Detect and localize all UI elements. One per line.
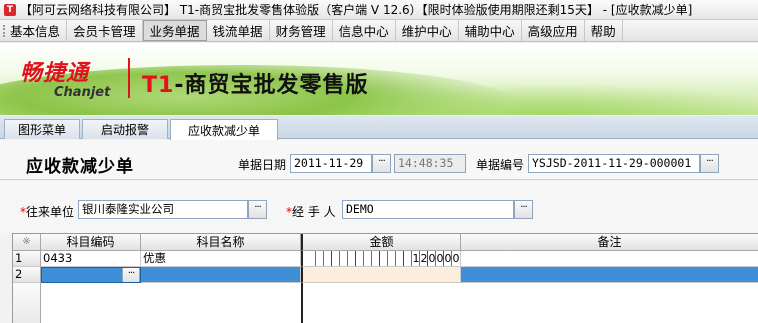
menu-advanced[interactable]: 高级应用 [522,20,585,41]
chanjet-logo-cn: 畅捷通 [20,61,90,86]
product-banner: 畅捷通 Chanjet T1-商贸宝批发零售版 [0,43,758,115]
tab-graphic-menu[interactable]: 图形菜单 [4,119,80,139]
menu-assist[interactable]: 辅助中心 [459,20,522,41]
date-field[interactable]: 2011-11-29 [290,154,372,173]
document-tab-strip: 图形菜单 启动报警 应收款减少单 [0,116,758,140]
row-number[interactable]: 1 [13,251,41,267]
cell-amount[interactable] [301,267,461,283]
handler-label: *经 手 人 [286,205,336,219]
cell-note[interactable] [461,267,758,283]
detail-grid: ※ 科目编码 科目名称 金额 备注 1 0433 优惠 1 2 0 0 0 0 … [12,233,758,323]
app-icon: T [4,3,16,16]
row-number[interactable]: 2 [13,267,41,283]
amount-digit: 0 [436,252,444,265]
product-name: T1-商贸宝批发零售版 [142,73,369,98]
cell-code[interactable]: 0433 [41,251,141,267]
date-label: 单据日期 [238,158,287,172]
col-header-code[interactable]: 科目编码 [41,234,141,251]
menu-basic-info[interactable]: 基本信息 [0,20,68,41]
code-select-button[interactable]: ··· [122,268,140,282]
handler-select-button[interactable]: ··· [514,200,533,219]
menu-cash-docs[interactable]: 钱流单据 [207,20,270,41]
col-header-note[interactable]: 备注 [461,234,758,251]
doc-number-button[interactable]: ··· [700,154,719,173]
window-title-bar: T 【阿可云网络科技有限公司】 T1-商贸宝批发零售体验版（客户端 V 12.6… [0,0,758,20]
form-title: 应收款减少单 [26,157,134,177]
cell-amount[interactable]: 1 2 0 0 0 0 [301,251,461,267]
menu-member-card[interactable]: 会员卡管理 [67,20,143,41]
time-field: 14:48:35 [394,154,466,173]
partner-select-button[interactable]: ··· [248,200,267,219]
partner-field[interactable]: 银川泰隆实业公司 [78,200,248,219]
partner-label: *往来单位 [20,205,75,219]
menu-help[interactable]: 帮助 [585,20,623,41]
handler-field[interactable]: DEMO [342,200,514,219]
grid-corner: ※ [13,234,41,251]
amount-digit: 0 [444,252,452,265]
doc-number-field[interactable]: YSJSD-2011-11-29-000001 [528,154,700,173]
menu-finance[interactable]: 财务管理 [270,20,333,41]
col-header-amount[interactable]: 金额 [301,234,461,251]
menu-bar: 基本信息 会员卡管理 业务单据 钱流单据 财务管理 信息中心 维护中心 辅助中心… [0,20,758,42]
menu-business-docs[interactable]: 业务单据 [142,20,207,41]
menu-maintenance[interactable]: 维护中心 [396,20,459,41]
amount-digit: 0 [428,252,436,265]
cell-note[interactable] [461,251,758,267]
tab-receivable-reduction[interactable]: 应收款减少单 [170,119,278,140]
chanjet-logo-en: Chanjet [54,85,111,100]
date-picker-button[interactable]: ··· [372,154,391,173]
grip-icon [3,24,7,37]
amount-digit: 0 [452,252,460,265]
amount-digit: 2 [420,252,428,265]
form-header: 应收款减少单 单据日期 2011-11-29 ··· 14:48:35 单据编号… [0,140,758,180]
cell-code-editing[interactable]: ··· [41,267,141,283]
amount-digit: 1 [412,252,420,265]
tab-startup-alarm[interactable]: 启动报警 [82,119,168,139]
logo-divider [128,58,130,98]
menu-info-center[interactable]: 信息中心 [333,20,396,41]
cell-name[interactable]: 优惠 [141,251,301,267]
window-title: 【阿可云网络科技有限公司】 T1-商贸宝批发零售体验版（客户端 V 12.6）【… [20,3,693,17]
col-header-name[interactable]: 科目名称 [141,234,301,251]
cell-name[interactable] [141,267,301,283]
form-body: *往来单位 银川泰隆实业公司 ··· *经 手 人 DEMO ··· [0,181,758,233]
doc-number-label: 单据编号 [476,158,525,172]
